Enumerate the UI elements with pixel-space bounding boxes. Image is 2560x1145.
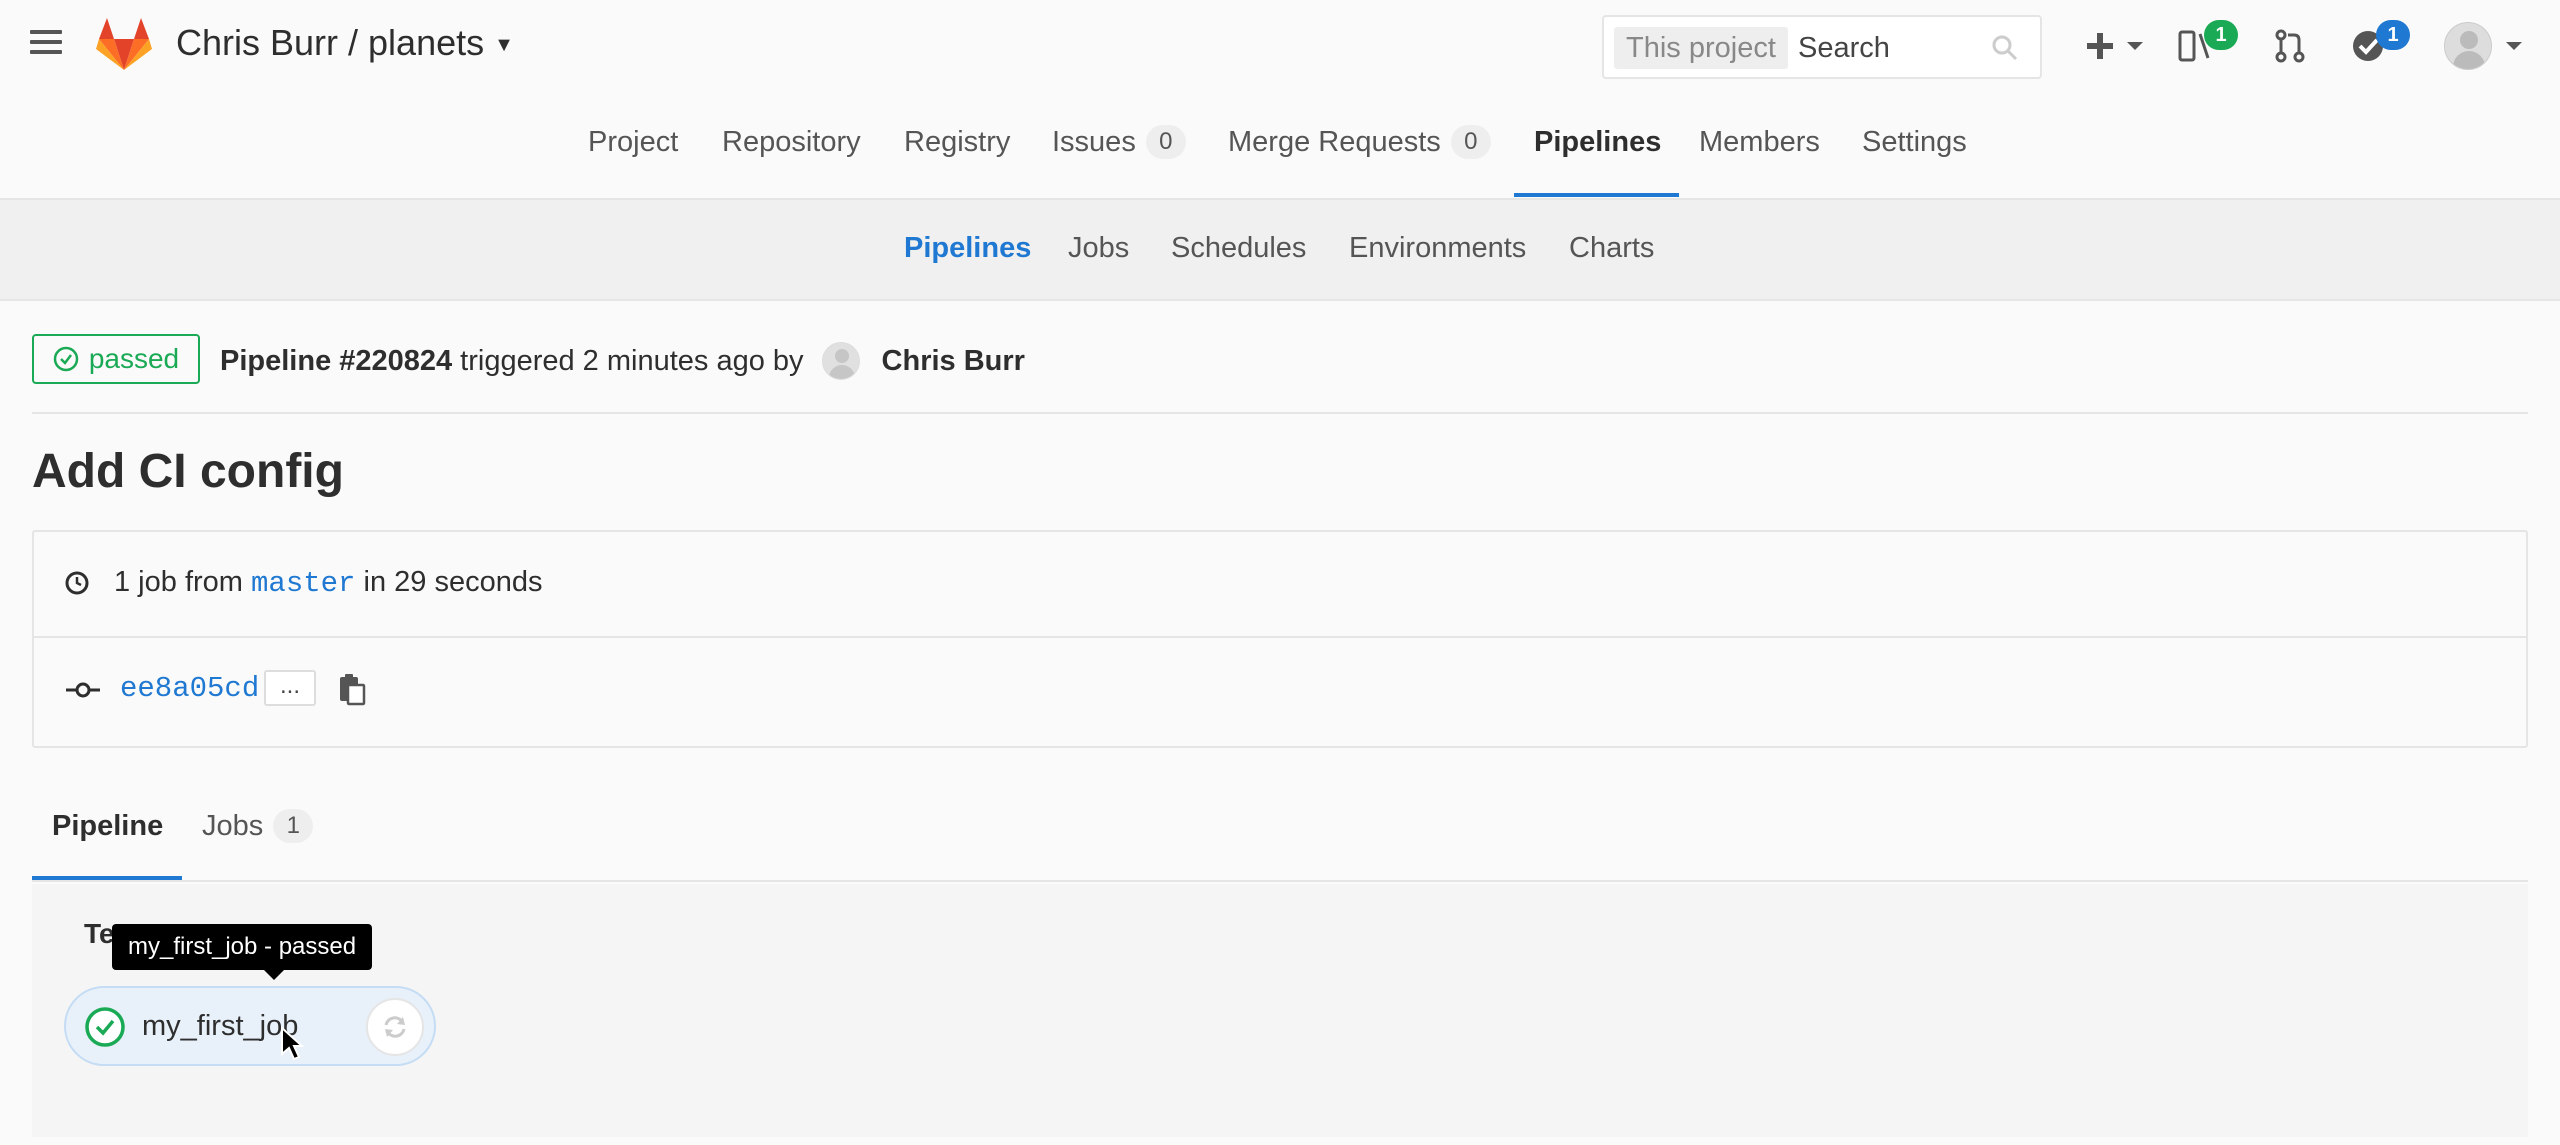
commit-sha-link[interactable]: ee8a05cd — [120, 672, 259, 705]
expand-commit-button[interactable]: ... — [264, 670, 316, 706]
hamburger-menu-icon[interactable] — [30, 30, 62, 58]
pipeline-tabs: Pipeline Jobs 1 — [32, 770, 2528, 882]
tab-jobs-list[interactable]: Jobs 1 — [202, 809, 314, 843]
tab-pipeline-graph[interactable]: Pipeline — [52, 810, 163, 843]
mouse-pointer-icon — [281, 1026, 304, 1061]
tab-label: Registry — [904, 126, 1011, 158]
retry-icon — [384, 1016, 406, 1038]
pipeline-trigger-info: Pipeline #220824 triggered 2 minutes ago… — [220, 342, 1025, 380]
pipeline-info-bar: passed Pipeline #220824 triggered 2 minu… — [32, 334, 2528, 414]
tab-label: Repository — [722, 126, 861, 158]
tab-project[interactable]: Project — [588, 126, 678, 198]
commit-sha-row: ee8a05cd ... — [34, 638, 2526, 748]
tooltip-arrow — [264, 970, 284, 980]
issues-count-badge: 0 — [1145, 125, 1186, 159]
clock-icon — [65, 571, 89, 595]
project-nav: Project Repository Registry Issues 0 Mer… — [0, 110, 2560, 200]
search-icon — [1992, 35, 2018, 61]
tab-pipelines[interactable]: Pipelines — [1534, 126, 1661, 198]
status-success-icon — [53, 346, 79, 372]
tab-merge-requests[interactable]: Merge Requests 0 — [1228, 125, 1491, 198]
tab-repository[interactable]: Repository — [722, 126, 861, 198]
gitlab-pipeline-page: Chris Burr / planets ▼ This project Sear… — [0, 0, 2560, 1145]
job-name[interactable]: my_first_job — [142, 1010, 298, 1043]
tab-label: Pipelines — [1534, 126, 1662, 158]
pipelines-sub-nav: Pipelines Jobs Schedules Environments Ch… — [0, 200, 2560, 301]
plus-icon — [2087, 33, 2113, 59]
subtab-charts[interactable]: Charts — [1569, 232, 1654, 265]
job-node[interactable]: my_first_job — [64, 986, 436, 1066]
pipeline-graph: Test my_first_job my_first_job - passed — [32, 884, 2528, 1137]
merge-request-icon — [2275, 29, 2305, 63]
issues-count-badge: 1 — [2204, 20, 2238, 50]
chevron-down-icon[interactable]: ▼ — [494, 34, 514, 57]
merge-requests-count-badge: 0 — [1450, 125, 1491, 159]
project-title-text[interactable]: Chris Burr / planets — [176, 22, 484, 64]
duration-text: in 29 seconds — [363, 566, 543, 598]
job-tooltip: my_first_job - passed — [112, 924, 373, 970]
jobs-summary-prefix: 1 job from — [114, 566, 243, 598]
tab-issues[interactable]: Issues 0 — [1052, 125, 1186, 198]
search-scope-label[interactable]: This project — [1614, 27, 1788, 69]
gitlab-logo-icon[interactable] — [95, 16, 153, 72]
search-box[interactable]: This project — [1602, 15, 2042, 79]
tab-label: Issues — [1052, 126, 1136, 158]
pipeline-id: Pipeline #220824 — [220, 344, 453, 377]
subtab-pipelines[interactable]: Pipelines — [904, 232, 1031, 265]
status-text: passed — [88, 343, 180, 374]
tab-label: Pipeline — [52, 810, 164, 842]
active-tab-indicator — [32, 876, 182, 880]
branch-link[interactable]: master — [251, 567, 355, 600]
commit-icon — [66, 682, 100, 698]
user-menu[interactable] — [2444, 20, 2524, 72]
tab-label: Members — [1699, 126, 1820, 158]
active-tab-indicator — [1514, 193, 1679, 197]
tab-label: Jobs — [202, 810, 264, 842]
jobs-summary: 1 job from master in 29 seconds — [114, 566, 542, 600]
user-avatar[interactable] — [2444, 22, 2492, 70]
author-avatar[interactable] — [821, 342, 860, 380]
tab-label: Project — [588, 126, 679, 158]
tab-settings[interactable]: Settings — [1862, 126, 1967, 198]
jobs-count-badge: 1 — [273, 809, 314, 843]
caret-down-icon — [2127, 42, 2143, 50]
author-name[interactable]: Chris Burr — [882, 345, 1025, 378]
subtab-environments[interactable]: Environments — [1349, 232, 1526, 265]
top-header: Chris Burr / planets ▼ This project Sear… — [0, 0, 2560, 90]
commit-title: Add CI config — [32, 445, 344, 498]
subtab-schedules[interactable]: Schedules — [1171, 232, 1306, 265]
pipeline-status-badge[interactable]: passed — [32, 334, 200, 384]
tab-registry[interactable]: Registry — [904, 126, 1010, 198]
tab-members[interactable]: Members — [1699, 126, 1820, 198]
caret-down-icon — [2506, 42, 2522, 50]
trigger-text: triggered 2 minutes ago by — [460, 344, 804, 377]
todos-count-badge: 1 — [2376, 20, 2410, 50]
search-input[interactable] — [1798, 25, 1978, 71]
merge-requests-link[interactable] — [2274, 20, 2306, 72]
pipeline-details-panel: 1 job from master in 29 seconds ee8a05cd… — [32, 530, 2528, 748]
retry-job-button[interactable] — [366, 998, 424, 1056]
jobs-summary-row: 1 job from master in 29 seconds — [34, 532, 2526, 638]
subtab-jobs[interactable]: Jobs — [1068, 232, 1129, 265]
new-item-dropdown[interactable] — [2085, 20, 2145, 72]
project-title[interactable]: Chris Burr / planets ▼ — [176, 22, 514, 64]
clipboard-icon[interactable] — [334, 672, 368, 706]
tab-label: Merge Requests — [1228, 126, 1441, 158]
tab-label: Settings — [1862, 126, 1967, 158]
status-success-icon — [85, 1007, 125, 1047]
